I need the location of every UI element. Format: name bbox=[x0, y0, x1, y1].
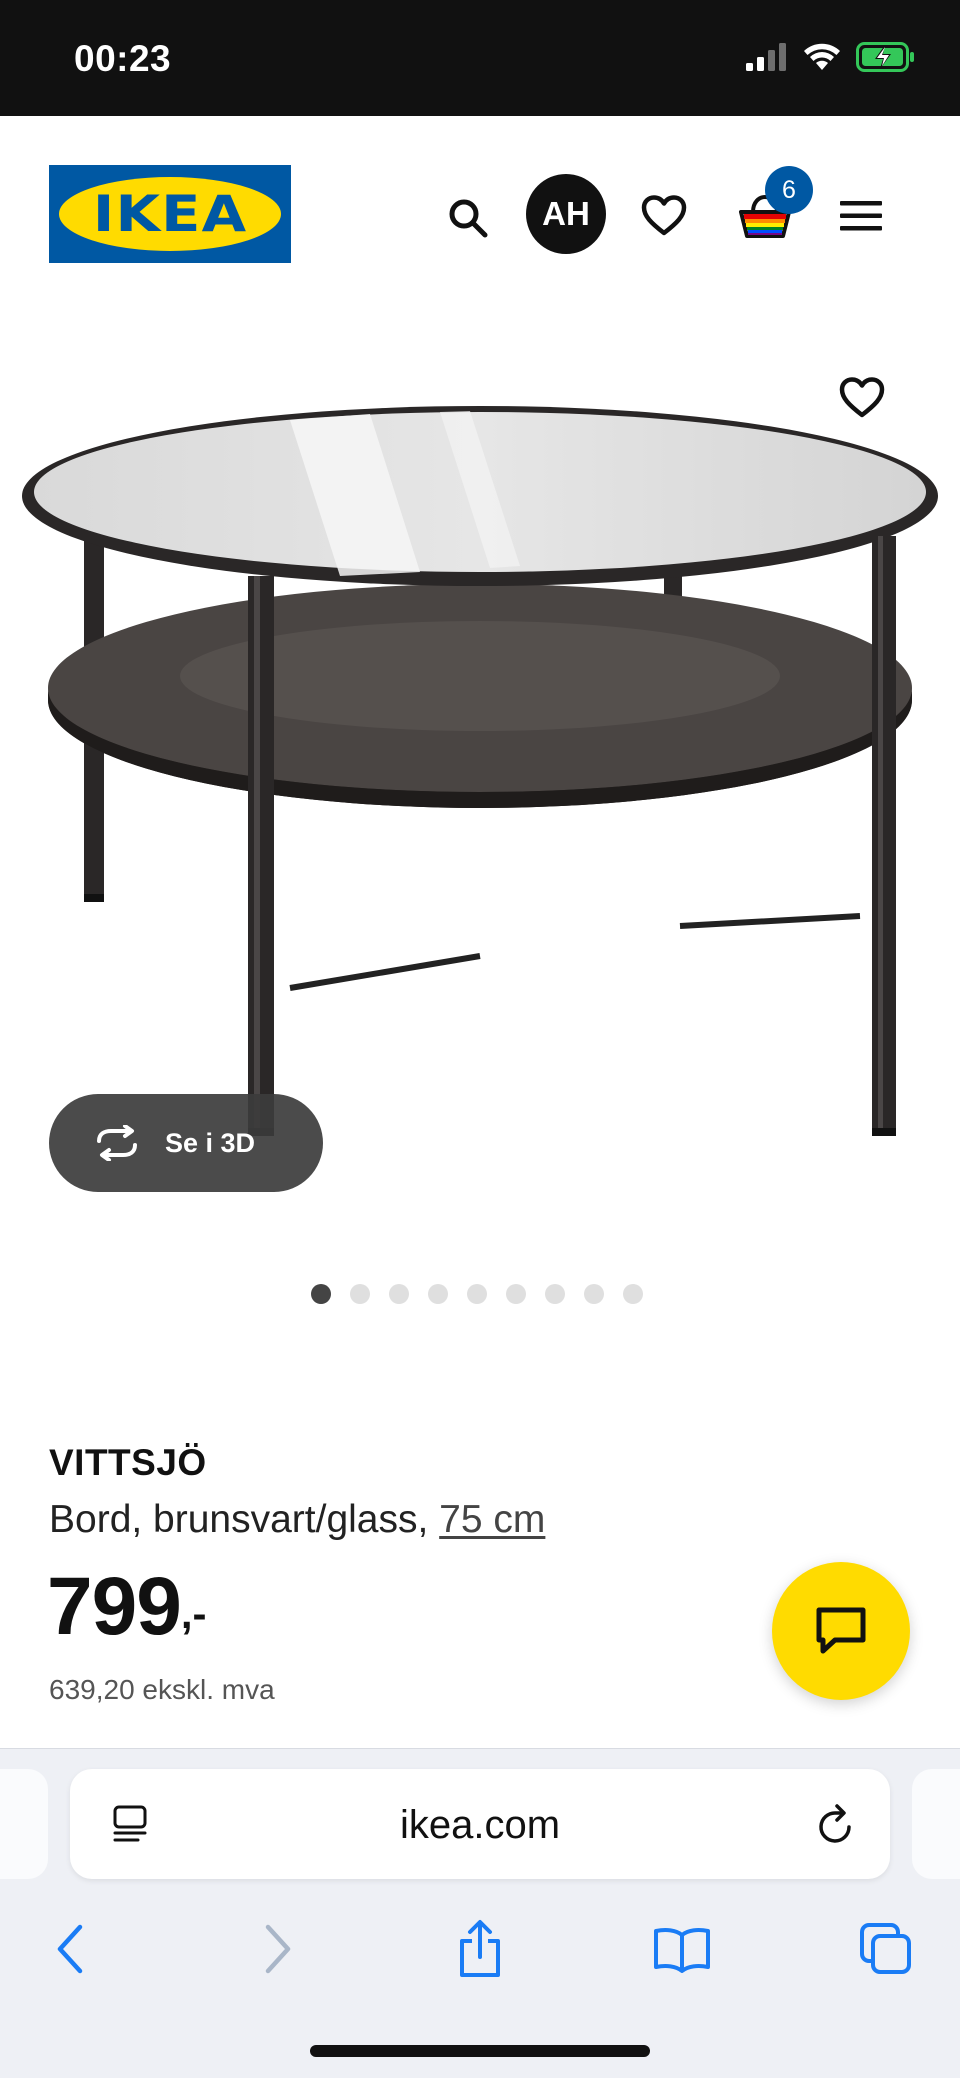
status-time: 00:23 bbox=[74, 38, 172, 79]
reload-icon[interactable] bbox=[816, 1803, 856, 1845]
url-text: ikea.com bbox=[399, 1803, 561, 1847]
chevron-right-icon bbox=[265, 1924, 291, 1974]
logo-oval: IKEA bbox=[59, 177, 281, 251]
favourites-button[interactable] bbox=[632, 184, 696, 248]
tabs-button[interactable] bbox=[846, 1909, 926, 1989]
back-button[interactable] bbox=[30, 1909, 110, 1989]
carousel-dot[interactable] bbox=[389, 1284, 409, 1304]
carousel-dot[interactable] bbox=[623, 1284, 643, 1304]
signal-icon bbox=[746, 43, 786, 71]
product-image-gallery[interactable]: Se i 3D bbox=[0, 316, 960, 1216]
carousel-dot[interactable] bbox=[506, 1284, 526, 1304]
tabs-icon bbox=[860, 1923, 911, 1974]
heart-icon bbox=[839, 377, 885, 418]
carousel-dot[interactable] bbox=[584, 1284, 604, 1304]
view-in-3d-label: Se i 3D bbox=[165, 1127, 256, 1158]
cart-count-badge: 6 bbox=[765, 166, 813, 214]
heart-icon bbox=[641, 195, 687, 236]
battery-charging-icon bbox=[856, 42, 914, 72]
bookmarks-button[interactable] bbox=[642, 1909, 722, 1989]
product-size-link[interactable]: 75 cm bbox=[439, 1498, 545, 1541]
product-description: Bord, brunsvart/glass, 75 cm bbox=[49, 1498, 545, 1542]
price-amount: 799 bbox=[47, 1561, 182, 1652]
product-name: VITTSJÖ bbox=[49, 1442, 207, 1483]
share-icon bbox=[460, 1920, 500, 1977]
product-price: 799 ,- bbox=[47, 1566, 206, 1648]
browser-nav-row bbox=[0, 1909, 960, 1989]
avatar-initials: AH bbox=[542, 195, 590, 232]
save-to-favourites-button[interactable] bbox=[834, 370, 890, 426]
carousel-dot[interactable] bbox=[545, 1284, 565, 1304]
image-carousel-dots bbox=[311, 1284, 643, 1304]
previous-tab-peek[interactable] bbox=[0, 1769, 48, 1879]
search-icon bbox=[449, 199, 488, 238]
address-bar[interactable]: ikea.com bbox=[70, 1769, 890, 1879]
logo-text: IKEA bbox=[92, 185, 248, 243]
carousel-dot[interactable] bbox=[350, 1284, 370, 1304]
browser-toolbar: ikea.com bbox=[0, 1748, 960, 2078]
carousel-dot[interactable] bbox=[467, 1284, 487, 1304]
forward-button[interactable] bbox=[238, 1909, 318, 1989]
home-indicator[interactable] bbox=[310, 2045, 650, 2057]
product-description-text: Bord, brunsvart/glass, bbox=[49, 1498, 440, 1541]
search-button[interactable] bbox=[438, 188, 498, 248]
price-excluding-vat: 639,20 ekskl. mva bbox=[49, 1674, 275, 1705]
carousel-dot[interactable] bbox=[311, 1284, 331, 1304]
price-suffix: ,- bbox=[180, 1590, 207, 1637]
status-icons bbox=[744, 42, 916, 72]
wifi-icon bbox=[804, 43, 840, 70]
status-bar: 00:23 bbox=[0, 0, 960, 116]
share-button[interactable] bbox=[440, 1909, 520, 1989]
chat-button[interactable] bbox=[772, 1562, 910, 1700]
rotate-3d-icon bbox=[97, 1125, 137, 1161]
chat-bubble-icon bbox=[816, 1607, 866, 1654]
ikea-logo[interactable]: IKEA bbox=[49, 165, 291, 263]
carousel-dot[interactable] bbox=[428, 1284, 448, 1304]
product-photo-table bbox=[22, 406, 938, 1136]
site-header: IKEA AH 6 bbox=[0, 116, 960, 316]
user-avatar-button[interactable]: AH bbox=[526, 174, 606, 254]
next-tab-peek[interactable] bbox=[912, 1769, 960, 1879]
view-in-3d-button[interactable]: Se i 3D bbox=[49, 1094, 323, 1192]
hamburger-menu-icon bbox=[840, 201, 882, 231]
menu-button[interactable] bbox=[836, 186, 886, 246]
chevron-left-icon bbox=[57, 1924, 83, 1974]
book-icon bbox=[654, 1928, 710, 1973]
